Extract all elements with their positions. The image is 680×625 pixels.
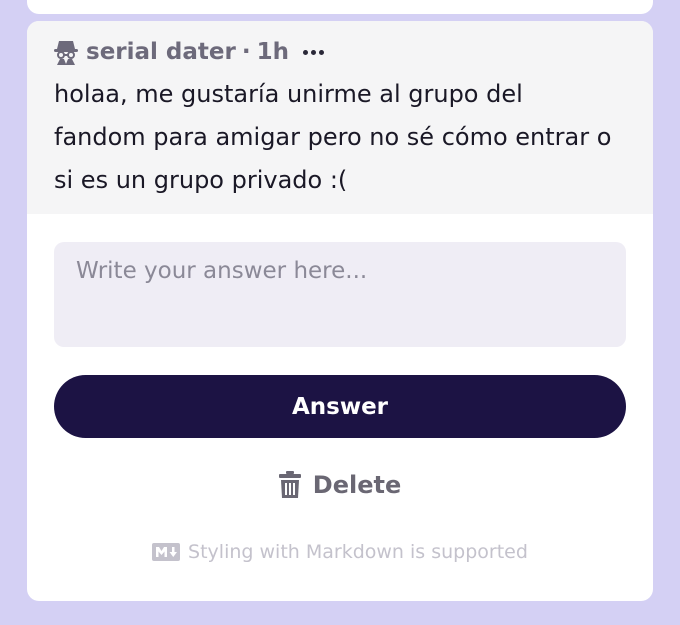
question-section: serial dater · 1h holaa, me gustaría uni… bbox=[27, 21, 653, 214]
author-name[interactable]: serial dater bbox=[86, 39, 236, 65]
question-meta: serial dater · 1h bbox=[54, 37, 626, 67]
answer-input[interactable] bbox=[54, 242, 626, 347]
answer-button[interactable]: Answer bbox=[54, 375, 626, 438]
markdown-icon bbox=[152, 543, 181, 561]
question-card: serial dater · 1h holaa, me gustaría uni… bbox=[27, 21, 653, 601]
more-dots-icon[interactable] bbox=[303, 49, 324, 55]
markdown-note: Styling with Markdown is supported bbox=[27, 541, 653, 563]
previous-card-edge bbox=[27, 0, 653, 14]
spy-icon bbox=[54, 39, 78, 65]
trash-icon bbox=[278, 471, 301, 499]
time-ago: 1h bbox=[256, 39, 289, 65]
markdown-note-text: Styling with Markdown is supported bbox=[188, 541, 528, 563]
meta-separator: · bbox=[241, 39, 251, 65]
delete-button[interactable]: Delete bbox=[27, 465, 653, 505]
delete-label: Delete bbox=[312, 471, 402, 499]
question-text: holaa, me gustaría unirme al grupo del f… bbox=[54, 80, 612, 194]
